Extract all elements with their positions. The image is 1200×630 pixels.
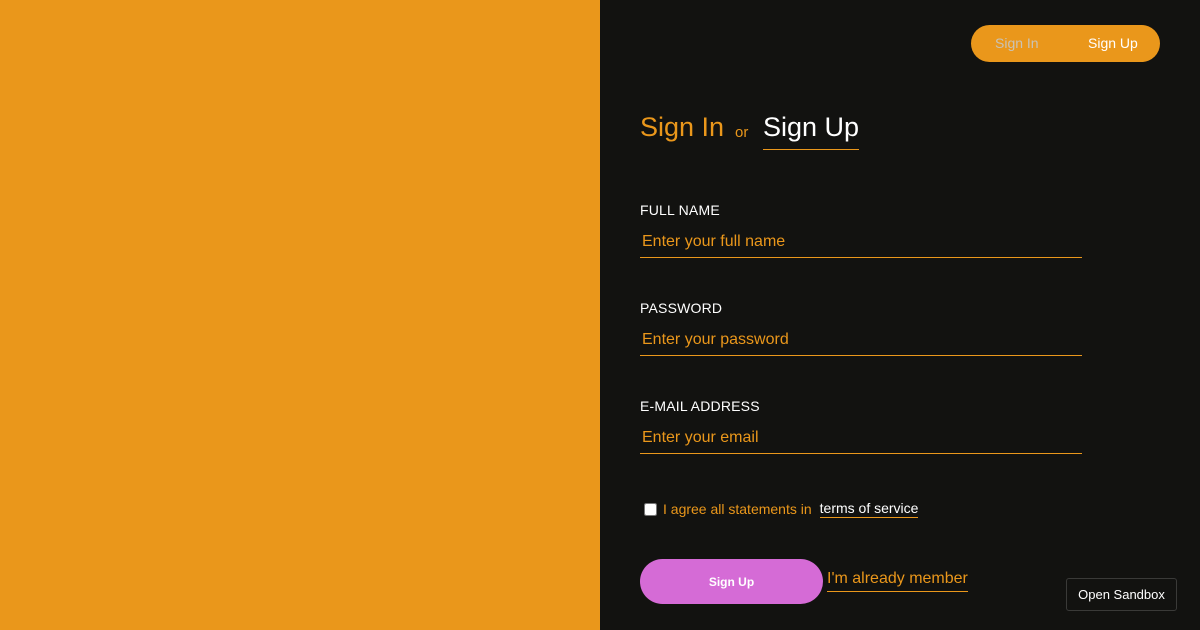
open-sandbox-button[interactable]: Open Sandbox: [1066, 578, 1177, 611]
full-name-input[interactable]: [640, 226, 1082, 258]
already-member-link[interactable]: I'm already member: [827, 570, 968, 592]
left-panel: [0, 0, 600, 630]
full-name-label: FULL NAME: [640, 202, 720, 218]
sign-up-button[interactable]: Sign Up: [640, 559, 823, 604]
terms-checkbox[interactable]: [644, 502, 657, 516]
page: Sign In Sign Up Sign In or Sign Up FULL …: [0, 0, 1200, 630]
email-input[interactable]: [640, 422, 1082, 454]
heading-or-text: or: [735, 124, 749, 141]
terms-row: I agree all statements in terms of servi…: [644, 498, 919, 520]
heading-sign-in-link[interactable]: Sign In: [640, 112, 724, 143]
toggle-sign-up-link[interactable]: Sign Up: [1088, 25, 1138, 62]
auth-toggle: Sign In Sign Up: [971, 25, 1160, 62]
email-label: E-MAIL ADDRESS: [640, 398, 760, 414]
email-field: E-MAIL ADDRESS: [640, 398, 1082, 454]
terms-of-service-link[interactable]: terms of service: [819, 500, 919, 518]
toggle-sign-in-link[interactable]: Sign In: [995, 25, 1039, 62]
password-field: PASSWORD: [640, 300, 1082, 356]
password-label: PASSWORD: [640, 300, 723, 316]
full-name-field: FULL NAME: [640, 202, 1082, 258]
form-panel: Sign In Sign Up Sign In or Sign Up FULL …: [600, 0, 1200, 630]
heading-sign-up-link[interactable]: Sign Up: [763, 112, 860, 150]
password-input[interactable]: [640, 324, 1082, 356]
terms-text: I agree all statements in: [663, 501, 812, 517]
